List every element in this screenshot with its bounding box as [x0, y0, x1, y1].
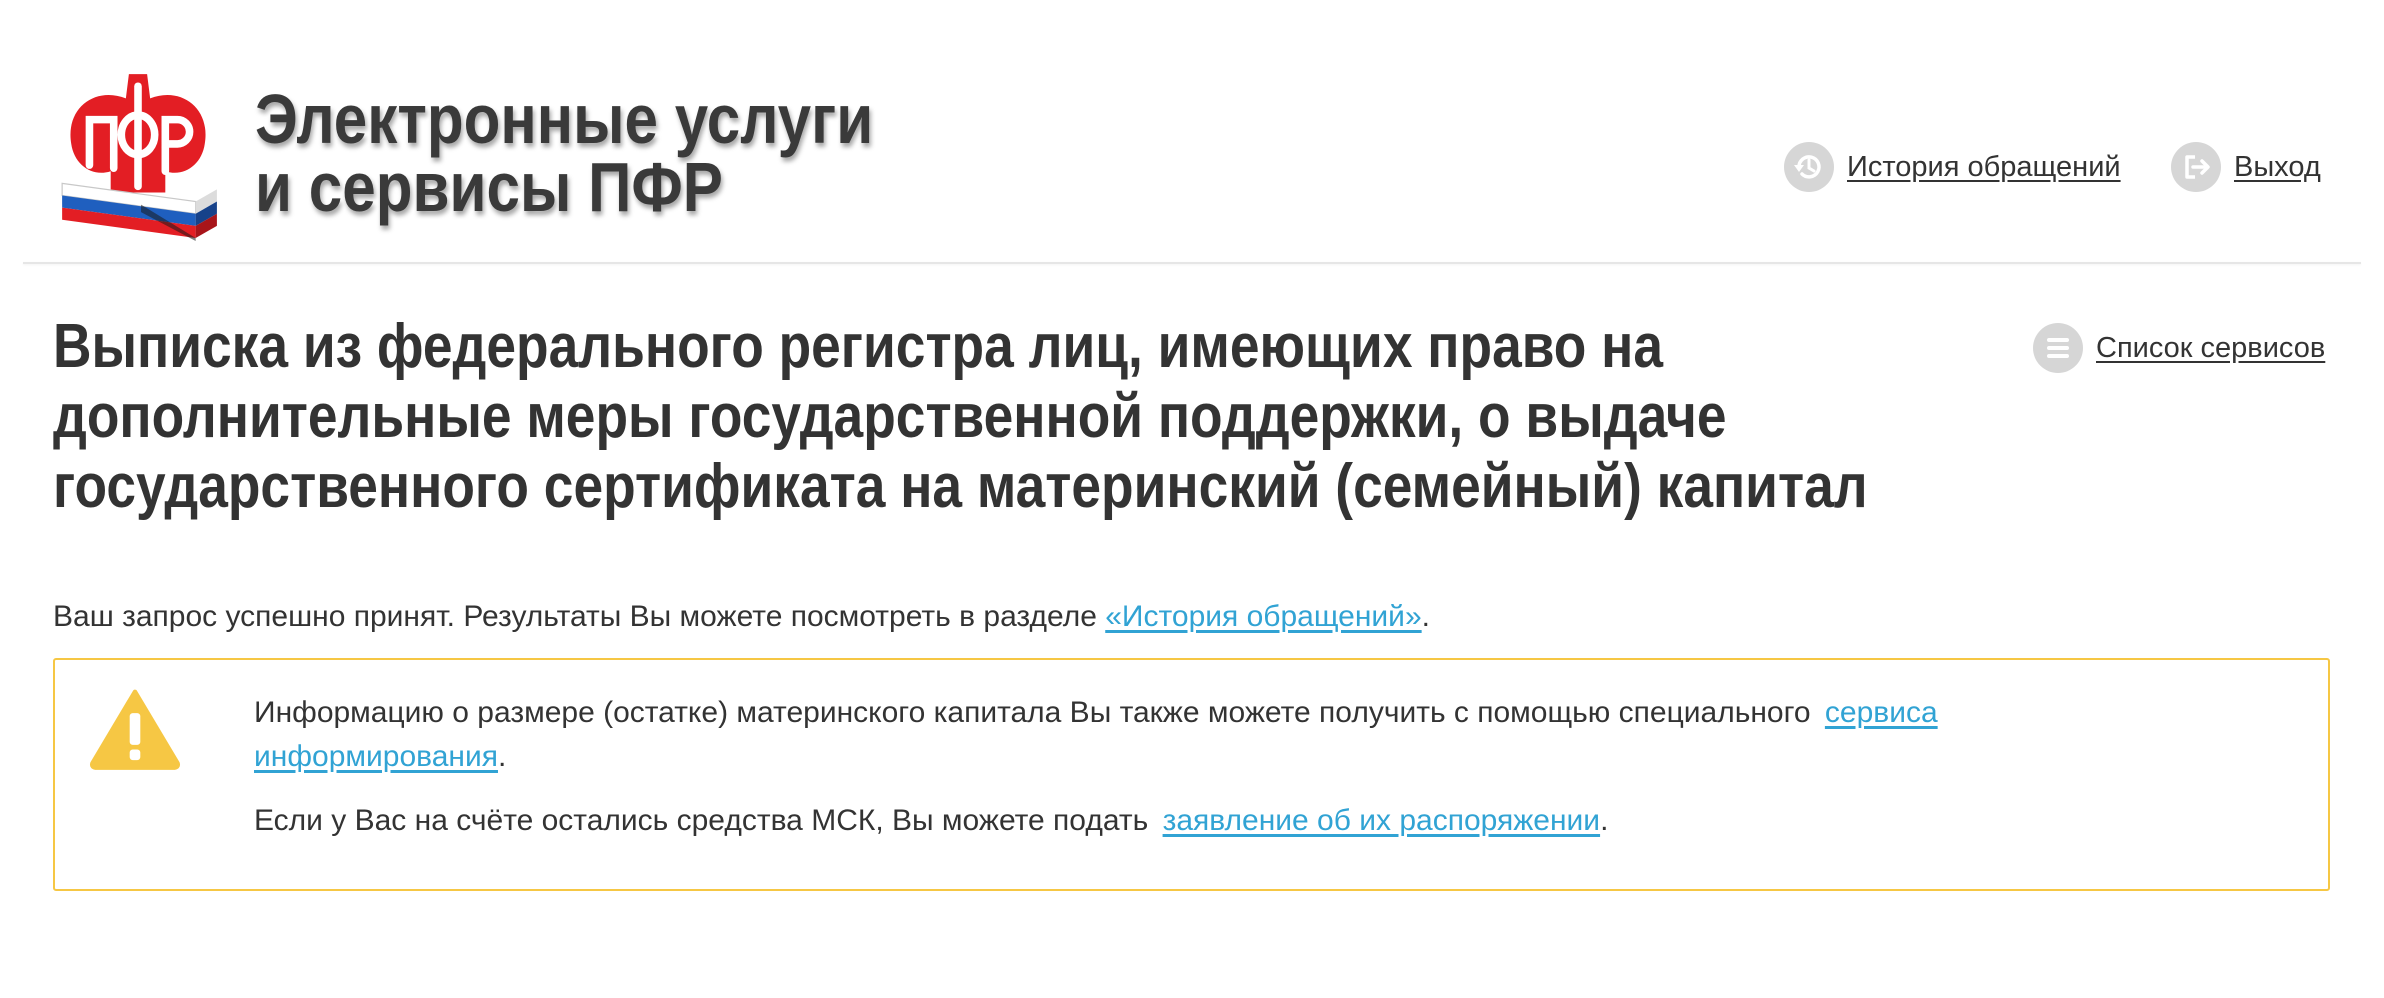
notice-paragraph-2: Если у Вас на счёте остались средства МС… — [254, 799, 1961, 843]
site-title: Электронные услуги и сервисы ПФР — [255, 80, 974, 226]
notice-p1-text: Информацию о размере (остатке) материнск… — [254, 696, 1819, 729]
pfr-logo-icon[interactable] — [50, 65, 226, 241]
status-suffix: . — [1421, 600, 1430, 633]
status-text: Ваш запрос успешно принят. Результаты Вы… — [53, 600, 1106, 633]
disposal-application-link[interactable]: заявление об их распоряжении — [1163, 804, 1601, 837]
page: Электронные услуги и сервисы ПФР История… — [0, 0, 2384, 998]
services-list-link[interactable]: Список сервисов — [2033, 323, 2325, 373]
history-nav-link[interactable]: История обращений — [1784, 142, 2121, 192]
history-icon — [1784, 142, 1834, 192]
notice-text: Информацию о размере (остатке) материнск… — [254, 691, 1961, 843]
site-title-line-2: и сервисы ПФР — [255, 148, 723, 226]
logout-icon — [2171, 142, 2221, 192]
warning-icon — [89, 689, 181, 770]
logout-nav-link[interactable]: Выход — [2171, 142, 2321, 192]
notice-box: Информацию о размере (остатке) материнск… — [53, 658, 2330, 891]
services-list-label: Список сервисов — [2096, 331, 2326, 364]
list-icon — [2033, 323, 2083, 373]
history-nav-label: История обращений — [1847, 150, 2121, 183]
notice-p2-suffix: . — [1600, 804, 1609, 837]
header-divider — [23, 262, 2361, 264]
page-title: Выписка из федерального регистра лиц, им… — [53, 312, 1868, 521]
logout-nav-label: Выход — [2234, 150, 2321, 183]
status-history-link[interactable]: «История обращений» — [1105, 600, 1421, 633]
site-title-line-1: Электронные услуги — [255, 80, 874, 158]
notice-p2-text: Если у Вас на счёте остались средства МС… — [254, 804, 1157, 837]
notice-p1-suffix: . — [497, 740, 507, 773]
status-message: Ваш запрос успешно принят. Результаты Вы… — [53, 595, 1430, 639]
notice-paragraph-1: Информацию о размере (остатке) материнск… — [254, 691, 1961, 779]
